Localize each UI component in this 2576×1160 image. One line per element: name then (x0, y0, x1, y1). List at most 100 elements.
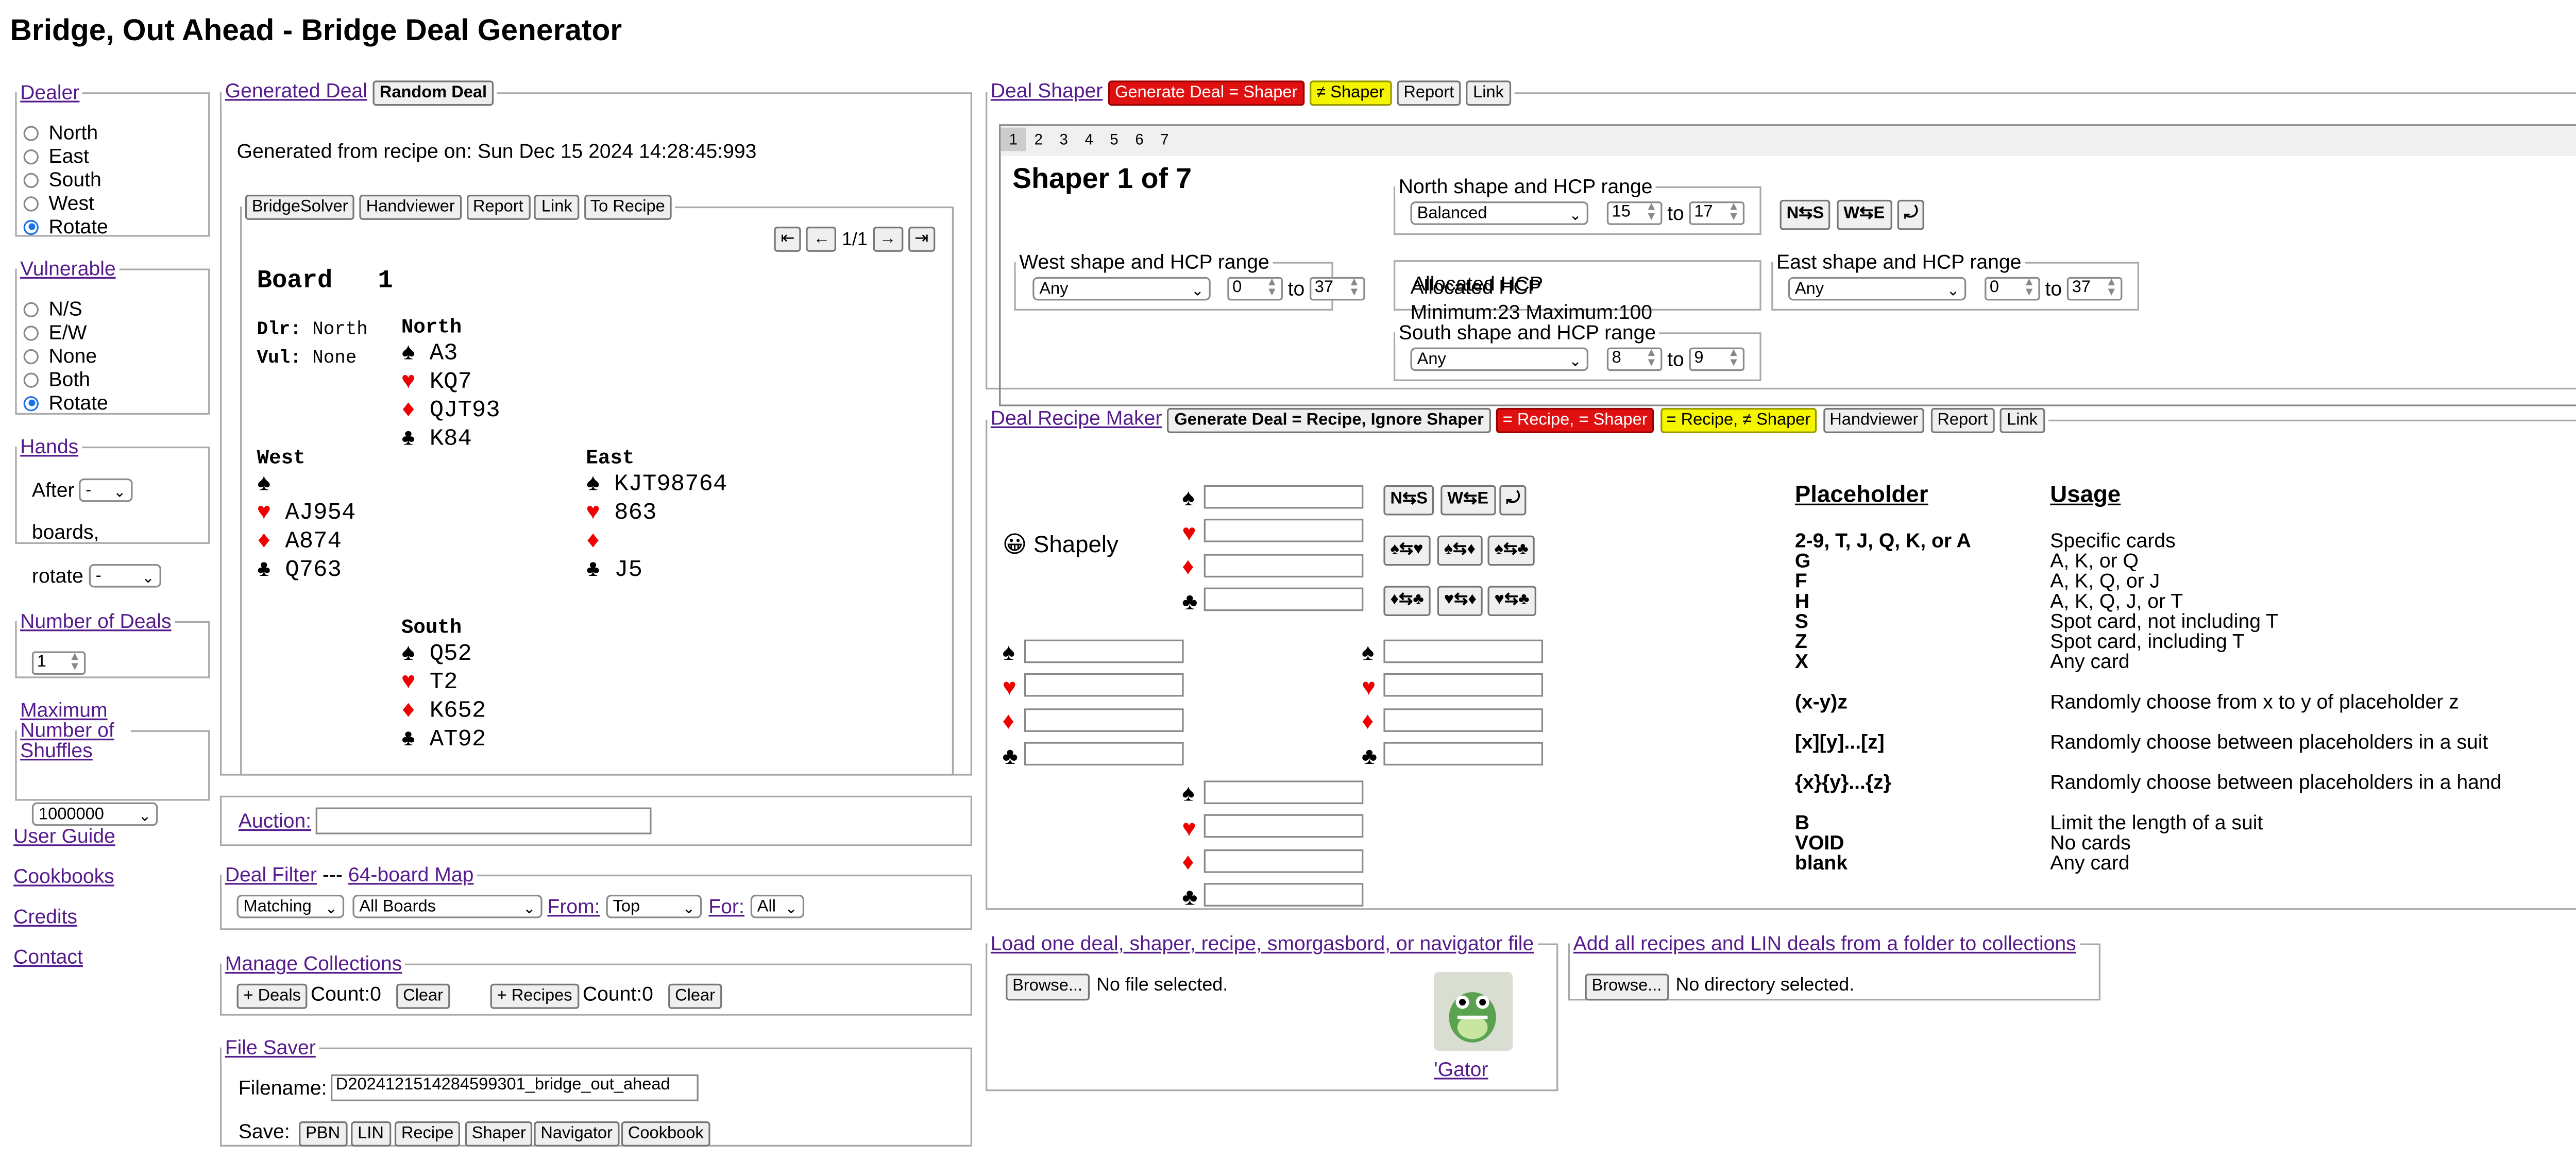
east-hcp-min[interactable]: 0 ▲ ▼ (1985, 277, 2040, 301)
recipe-swap-ns-button[interactable]: N⇆S (1383, 485, 1435, 516)
south-diamonds-input[interactable] (1204, 849, 1364, 873)
hands-legend[interactable]: Hands (17, 435, 82, 458)
swap-ns-button[interactable]: N⇆S (1780, 199, 1831, 230)
deal-shaper-legend[interactable]: Deal Shaper (991, 79, 1103, 103)
for-select[interactable]: All ⌄ (750, 895, 805, 918)
south-hcp-max[interactable]: 9 ▲ ▼ (1689, 347, 1745, 371)
boards-select[interactable]: All Boards ⌄ (352, 895, 543, 918)
north-spades-input[interactable] (1204, 485, 1364, 509)
load-browse-button[interactable]: Browse... (1006, 974, 1090, 1001)
manage-collections-legend[interactable]: Manage Collections (225, 952, 402, 976)
max-shuffles-select[interactable]: 1000000 ⌄ (31, 802, 158, 826)
west-hearts-input[interactable] (1024, 673, 1184, 697)
tab-1[interactable]: 1 (1001, 127, 1026, 151)
east-clubs-input[interactable] (1383, 742, 1544, 766)
south-spades-input[interactable] (1204, 780, 1364, 805)
not-shaper-button[interactable]: ≠ Shaper (1310, 80, 1392, 106)
add-folder-legend[interactable]: Add all recipes and LIN deals from a fol… (1573, 932, 2076, 956)
east-shape-select[interactable]: Any ⌄ (1788, 277, 1967, 301)
recipe-link-button[interactable]: Link (2000, 407, 2044, 433)
spinner-icon[interactable]: ▲ ▼ (69, 651, 81, 673)
save-cookbook-button[interactable]: Cookbook (621, 1121, 710, 1147)
to-recipe-button[interactable]: To Recipe (583, 195, 672, 220)
clear-recipes-button[interactable]: Clear (668, 983, 722, 1009)
north-diamonds-input[interactable] (1204, 554, 1364, 578)
random-deal-button[interactable]: Random Deal (372, 80, 494, 106)
next-board-icon[interactable]: → (872, 226, 903, 252)
recipe-ne-shaper-button[interactable]: = Recipe, ≠ Shaper (1659, 407, 1818, 433)
matching-select[interactable]: Matching ⌄ (236, 895, 345, 918)
recipe-report-button[interactable]: Report (1930, 407, 1995, 433)
west-shape-select[interactable]: Any ⌄ (1032, 277, 1211, 301)
vul-option-both[interactable]: Both (23, 368, 90, 391)
gator-link[interactable]: 'Gator (1434, 1057, 1488, 1081)
auction-label[interactable]: Auction: (239, 809, 311, 833)
vul-option-ns[interactable]: N/S (23, 297, 82, 320)
west-hcp-max[interactable]: 37 ▲ ▼ (1310, 277, 1365, 301)
west-diamonds-input[interactable] (1024, 708, 1184, 732)
west-hcp-min[interactable]: 0 ▲ ▼ (1227, 277, 1283, 301)
save-pbn-button[interactable]: PBN (299, 1121, 347, 1147)
auction-input[interactable] (315, 807, 652, 834)
deal-filter-legend[interactable]: Deal Filter (225, 863, 317, 886)
tab-7[interactable]: 7 (1152, 128, 1177, 151)
recipe-swap-we-button[interactable]: W⇆E (1440, 485, 1496, 516)
swap-hearts-clubs-button[interactable]: ♥⇆♣ (1487, 586, 1536, 617)
generate-shaper-button[interactable]: Generate Deal = Shaper (1108, 80, 1304, 106)
rotate-select[interactable]: - ⌄ (89, 564, 161, 588)
radio-icon[interactable] (23, 125, 39, 141)
north-hcp-max[interactable]: 17 ▲ ▼ (1689, 201, 1745, 225)
bridgesolver-button[interactable]: BridgeSolver (245, 195, 355, 220)
link-button[interactable]: Link (534, 195, 579, 220)
prev-board-icon[interactable]: ← (806, 226, 837, 252)
shaper-link-button[interactable]: Link (1466, 80, 1511, 106)
east-spades-input[interactable] (1383, 639, 1544, 663)
shaper-report-button[interactable]: Report (1397, 80, 1461, 106)
dealer-option-west[interactable]: West (23, 192, 94, 215)
rotate-icon[interactable]: ⤾ (1897, 199, 1925, 230)
north-clubs-input[interactable] (1204, 587, 1364, 611)
south-shape-select[interactable]: Any ⌄ (1410, 347, 1589, 371)
save-recipe-button[interactable]: Recipe (394, 1121, 461, 1147)
north-hcp-min[interactable]: 15 ▲ ▼ (1606, 201, 1663, 225)
clear-deals-button[interactable]: Clear (396, 983, 450, 1009)
dealer-option-rotate[interactable]: Rotate (23, 215, 108, 238)
save-navigator-button[interactable]: Navigator (534, 1121, 619, 1147)
swap-spades-diamonds-button[interactable]: ♠⇆♦ (1437, 535, 1483, 566)
north-hearts-input[interactable] (1204, 519, 1364, 542)
save-lin-button[interactable]: LIN (351, 1121, 391, 1147)
from-select[interactable]: Top ⌄ (606, 895, 702, 918)
radio-icon-selected[interactable] (23, 219, 39, 234)
save-shaper-button[interactable]: Shaper (465, 1121, 533, 1147)
radio-icon[interactable] (23, 195, 39, 211)
cookbooks-link[interactable]: Cookbooks (13, 864, 114, 888)
dealer-legend[interactable]: Dealer (17, 80, 83, 104)
for-label[interactable]: For: (708, 895, 744, 918)
contact-link[interactable]: Contact (13, 945, 83, 969)
credits-link[interactable]: Credits (13, 905, 77, 929)
filename-input[interactable]: D2024121514284599301_bridge_out_ahead (331, 1074, 699, 1101)
swap-spades-clubs-button[interactable]: ♠⇆♣ (1487, 535, 1535, 566)
swap-we-button[interactable]: W⇆E (1837, 199, 1892, 230)
radio-icon[interactable] (23, 148, 39, 164)
swap-diamonds-clubs-button[interactable]: ♦⇆♣ (1383, 586, 1431, 617)
tab-3[interactable]: 3 (1051, 128, 1076, 151)
tab-5[interactable]: 5 (1101, 128, 1127, 151)
last-board-icon[interactable]: ⇥ (908, 226, 936, 252)
folder-browse-button[interactable]: Browse... (1585, 974, 1669, 1001)
dealer-option-north[interactable]: North (23, 121, 98, 144)
west-spades-input[interactable] (1024, 639, 1184, 663)
handviewer-button[interactable]: Handviewer (359, 195, 462, 220)
radio-icon[interactable] (23, 371, 39, 387)
generated-deal-legend[interactable]: Generated Deal (225, 79, 367, 103)
gator-icon[interactable] (1434, 971, 1513, 1051)
recipe-maker-legend[interactable]: Deal Recipe Maker (991, 406, 1162, 430)
south-clubs-input[interactable] (1204, 883, 1364, 907)
recipe-rotate-icon[interactable]: ⤾ (1499, 485, 1527, 516)
recipe-eq-shaper-button[interactable]: = Recipe, = Shaper (1496, 407, 1654, 433)
number-of-deals-legend[interactable]: Number of Deals (17, 609, 175, 633)
radio-icon[interactable] (23, 348, 39, 364)
load-file-legend[interactable]: Load one deal, shaper, recipe, smorgasbo… (991, 932, 1534, 956)
vulnerable-legend[interactable]: Vulnerable (17, 257, 120, 281)
south-hcp-min[interactable]: 8 ▲ ▼ (1606, 347, 1663, 371)
